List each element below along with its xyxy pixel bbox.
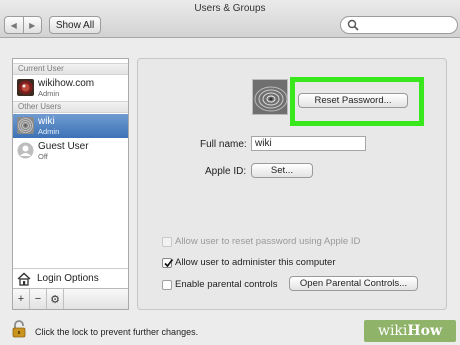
house-icon (17, 272, 31, 286)
user-name: wiki (38, 116, 55, 127)
user-item-guest[interactable]: Guest User Off (13, 139, 128, 163)
allow-reset-checkbox[interactable] (162, 237, 172, 247)
users-groups-window: Users & Groups ◀ ▶ Show All Current User (0, 0, 460, 345)
user-item-wiki[interactable]: wiki Admin (13, 114, 128, 138)
apple-id-label: Apple ID: (205, 166, 247, 177)
guest-user-icon (17, 142, 34, 159)
user-name: wikihow.com (38, 78, 95, 89)
full-name-label: Full name: (200, 139, 247, 150)
list-toolbar: + − ⚙ (13, 288, 128, 309)
lock-icon[interactable] (12, 320, 26, 338)
full-name-field[interactable]: wiki (251, 136, 366, 151)
forward-button[interactable]: ▶ (22, 17, 42, 33)
plus-icon: + (17, 293, 25, 305)
watermark-wiki: wiki (377, 323, 408, 339)
minus-icon: − (34, 293, 42, 305)
user-name: Guest User (38, 141, 89, 152)
back-button[interactable]: ◀ (5, 17, 23, 33)
show-all-button[interactable]: Show All (49, 16, 101, 34)
watermark-how: How (407, 323, 443, 339)
login-options-item[interactable]: Login Options (13, 268, 128, 288)
other-users-header: Other Users (13, 101, 128, 113)
action-menu-button[interactable]: ⚙ (47, 289, 64, 309)
parental-controls-checkbox[interactable] (162, 280, 172, 290)
parental-controls-label: Enable parental controls (175, 279, 278, 290)
user-avatar (17, 79, 34, 96)
allow-admin-label: Allow user to administer this computer (175, 257, 336, 268)
user-avatar (17, 117, 34, 134)
gear-icon: ⚙ (50, 293, 60, 306)
user-picture[interactable] (252, 79, 288, 115)
user-item-wikihow[interactable]: wikihow.com Admin (13, 76, 128, 100)
chevron-right-icon: ▶ (29, 20, 36, 30)
user-role: Off (38, 152, 48, 161)
user-role: Admin (38, 127, 60, 136)
user-role: Admin (38, 89, 60, 98)
lock-message: Click the lock to prevent further change… (35, 327, 199, 337)
search-input[interactable] (340, 16, 458, 34)
users-list: Current User wikihow.com Admin Other Use… (12, 58, 129, 310)
allow-admin-checkbox[interactable] (162, 258, 174, 268)
remove-user-button[interactable]: − (30, 289, 47, 309)
checkmark-icon (164, 258, 174, 268)
chevron-left-icon: ◀ (10, 20, 17, 30)
reset-password-button[interactable]: Reset Password... (298, 93, 408, 108)
set-apple-id-button[interactable]: Set... (251, 163, 313, 178)
add-user-button[interactable]: + (13, 289, 30, 309)
window-title: Users & Groups (194, 3, 266, 14)
login-options-label: Login Options (37, 273, 99, 284)
open-parental-controls-button[interactable]: Open Parental Controls... (289, 276, 418, 291)
current-user-header: Current User (13, 63, 128, 75)
nav-buttons: ◀ ▶ (4, 16, 42, 34)
search-icon (347, 19, 359, 31)
allow-reset-label: Allow user to reset password using Apple… (175, 236, 361, 247)
watermark-logo: wiki How (364, 320, 456, 342)
title-bar: Users & Groups ◀ ▶ Show All (0, 0, 460, 38)
